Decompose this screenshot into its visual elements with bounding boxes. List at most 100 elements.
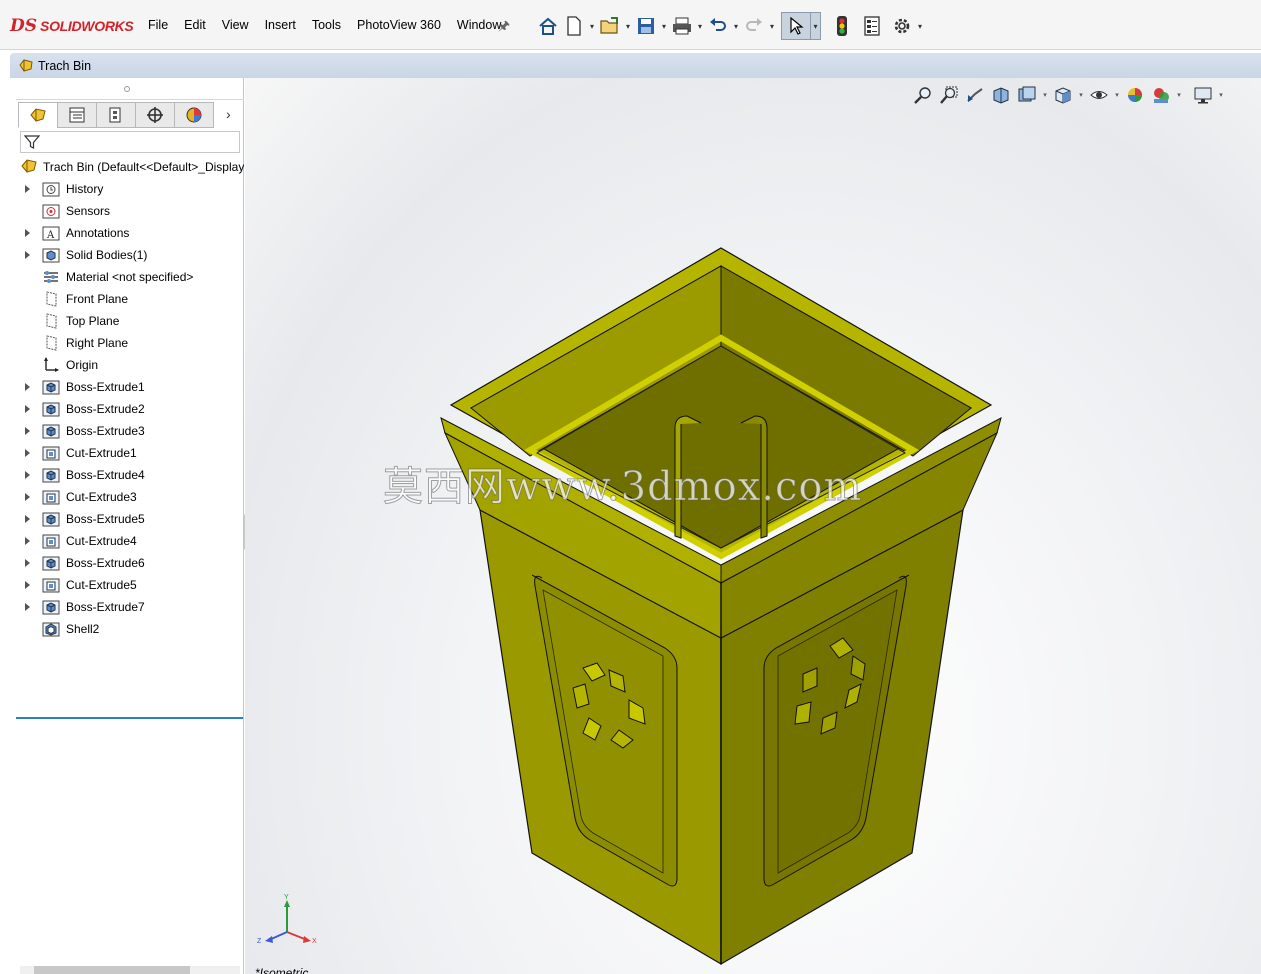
print-dropdown-icon[interactable]: ▾ <box>695 22 705 31</box>
zoom-to-area-icon[interactable] <box>936 83 962 107</box>
panel-resize-grip[interactable] <box>16 78 244 100</box>
tree-root-part[interactable]: Trach Bin (Default<<Default>_Display Sta… <box>20 156 244 178</box>
redo-icon[interactable] <box>741 13 767 39</box>
tree-item-label: Cut-Extrude1 <box>66 446 137 460</box>
previous-view-icon[interactable] <box>962 83 988 107</box>
expand-arrow-icon[interactable] <box>25 427 30 435</box>
more-tabs-chevron-icon[interactable]: › <box>226 106 231 122</box>
tree-item-material-not-specified[interactable]: Material <not specified> <box>16 266 244 288</box>
manager-tabs <box>18 102 214 128</box>
apply-scene-icon[interactable] <box>1148 83 1174 107</box>
menu-photoview[interactable]: PhotoView 360 <box>349 18 449 32</box>
expand-arrow-icon[interactable] <box>25 449 30 457</box>
home-icon[interactable] <box>535 13 561 39</box>
pin-menu-icon[interactable]: 🖈 <box>498 17 510 39</box>
zoom-to-fit-icon[interactable] <box>910 83 936 107</box>
expand-arrow-icon[interactable] <box>25 537 30 545</box>
part-icon <box>20 158 38 177</box>
tree-item-origin[interactable]: Origin <box>16 354 244 376</box>
tree-item-annotations[interactable]: A Annotations <box>16 222 244 244</box>
expand-arrow-icon[interactable] <box>25 251 30 259</box>
tab-configuration-manager[interactable] <box>96 102 136 128</box>
tab-dimxpert-manager[interactable] <box>135 102 175 128</box>
menu-tools[interactable]: Tools <box>304 18 349 32</box>
display-style-icon[interactable] <box>1086 83 1112 107</box>
tree-item-cut-extrude1[interactable]: Cut-Extrude1 <box>16 442 244 464</box>
dynamic-annotation-icon[interactable] <box>1014 83 1040 107</box>
view-settings-dropdown-icon[interactable]: ▾ <box>1216 91 1226 99</box>
document-title: Trach Bin <box>38 59 92 73</box>
tree-item-right-plane[interactable]: Right Plane <box>16 332 244 354</box>
save-dropdown-icon[interactable]: ▾ <box>659 22 669 31</box>
undo-dropdown-icon[interactable]: ▾ <box>731 22 741 31</box>
rollback-bar[interactable] <box>16 717 243 719</box>
tree-item-label: Boss-Extrude6 <box>66 556 145 570</box>
expand-arrow-icon[interactable] <box>25 471 30 479</box>
tree-item-front-plane[interactable]: Front Plane <box>16 288 244 310</box>
tree-item-history[interactable]: History <box>16 178 244 200</box>
graphics-area[interactable]: ▾ ▾ ▾ ▾ ▾ 莫西网www.3dmox.com Y X Z *Isomet… <box>245 78 1261 974</box>
display-style-dropdown-icon[interactable]: ▾ <box>1112 91 1122 99</box>
tree-item-boss-extrude7[interactable]: Boss-Extrude7 <box>16 596 244 618</box>
expand-arrow-icon[interactable] <box>25 405 30 413</box>
redo-dropdown-icon[interactable]: ▾ <box>767 22 777 31</box>
expand-arrow-icon[interactable] <box>25 603 30 611</box>
expand-arrow-icon[interactable] <box>25 493 30 501</box>
tree-item-boss-extrude6[interactable]: Boss-Extrude6 <box>16 552 244 574</box>
view-orientation-icon[interactable] <box>1050 83 1076 107</box>
menu-file[interactable]: File <box>140 18 176 32</box>
tree-item-top-plane[interactable]: Top Plane <box>16 310 244 332</box>
dynamic-annotation-dropdown-icon[interactable]: ▾ <box>1040 91 1050 99</box>
open-dropdown-icon[interactable]: ▾ <box>623 22 633 31</box>
rebuild-icon[interactable] <box>829 13 855 39</box>
view-settings-icon[interactable] <box>1190 83 1216 107</box>
select-dropdown-icon[interactable]: ▾ <box>811 12 821 40</box>
expand-arrow-icon[interactable] <box>25 559 30 567</box>
menu-view[interactable]: View <box>214 18 257 32</box>
tree-item-boss-extrude3[interactable]: Boss-Extrude3 <box>16 420 244 442</box>
grip-dot-icon <box>124 86 130 92</box>
section-view-icon[interactable] <box>988 83 1014 107</box>
menu-insert[interactable]: Insert <box>257 18 304 32</box>
tab-feature-manager[interactable] <box>18 102 58 128</box>
expand-arrow-icon[interactable] <box>25 229 30 237</box>
tree-item-cut-extrude4[interactable]: Cut-Extrude4 <box>16 530 244 552</box>
menu-edit[interactable]: Edit <box>176 18 214 32</box>
trash-bin-model[interactable] <box>425 238 1025 974</box>
tree-item-cut-extrude3[interactable]: Cut-Extrude3 <box>16 486 244 508</box>
save-icon[interactable] <box>633 13 659 39</box>
tab-property-manager[interactable] <box>57 102 97 128</box>
panel-horizontal-scrollbar[interactable] <box>20 966 240 974</box>
expand-arrow-icon[interactable] <box>25 185 30 193</box>
edit-appearance-icon[interactable] <box>1122 83 1148 107</box>
feature-tree-filter[interactable] <box>20 131 240 153</box>
open-icon[interactable] <box>597 13 623 39</box>
select-icon[interactable] <box>781 12 811 40</box>
boss-icon <box>42 555 60 571</box>
tree-item-cut-extrude5[interactable]: Cut-Extrude5 <box>16 574 244 596</box>
tab-display-manager[interactable] <box>174 102 214 128</box>
tree-item-sensors[interactable]: Sensors <box>16 200 244 222</box>
options-dropdown-icon[interactable]: ▾ <box>915 22 925 31</box>
print-icon[interactable] <box>669 13 695 39</box>
tree-item-boss-extrude5[interactable]: Boss-Extrude5 <box>16 508 244 530</box>
options-icon[interactable] <box>889 13 915 39</box>
file-properties-icon[interactable] <box>859 13 885 39</box>
tree-item-label: Front Plane <box>66 292 129 306</box>
tree-item-shell2[interactable]: Shell2 <box>16 618 244 640</box>
expand-arrow-icon[interactable] <box>25 581 30 589</box>
solidworks-logo[interactable]: DS SOLIDWORKS <box>10 16 134 36</box>
view-orientation-dropdown-icon[interactable]: ▾ <box>1076 91 1086 99</box>
undo-icon[interactable] <box>705 13 731 39</box>
tree-item-boss-extrude1[interactable]: Boss-Extrude1 <box>16 376 244 398</box>
scrollbar-thumb[interactable] <box>34 966 190 974</box>
new-dropdown-icon[interactable]: ▾ <box>587 22 597 31</box>
new-document-icon[interactable] <box>561 13 587 39</box>
apply-scene-dropdown-icon[interactable]: ▾ <box>1174 91 1184 99</box>
tree-item-solid-bodies-1[interactable]: Solid Bodies(1) <box>16 244 244 266</box>
tree-item-boss-extrude4[interactable]: Boss-Extrude4 <box>16 464 244 486</box>
tree-item-label: Boss-Extrude2 <box>66 402 145 416</box>
expand-arrow-icon[interactable] <box>25 515 30 523</box>
tree-item-boss-extrude2[interactable]: Boss-Extrude2 <box>16 398 244 420</box>
expand-arrow-icon[interactable] <box>25 383 30 391</box>
